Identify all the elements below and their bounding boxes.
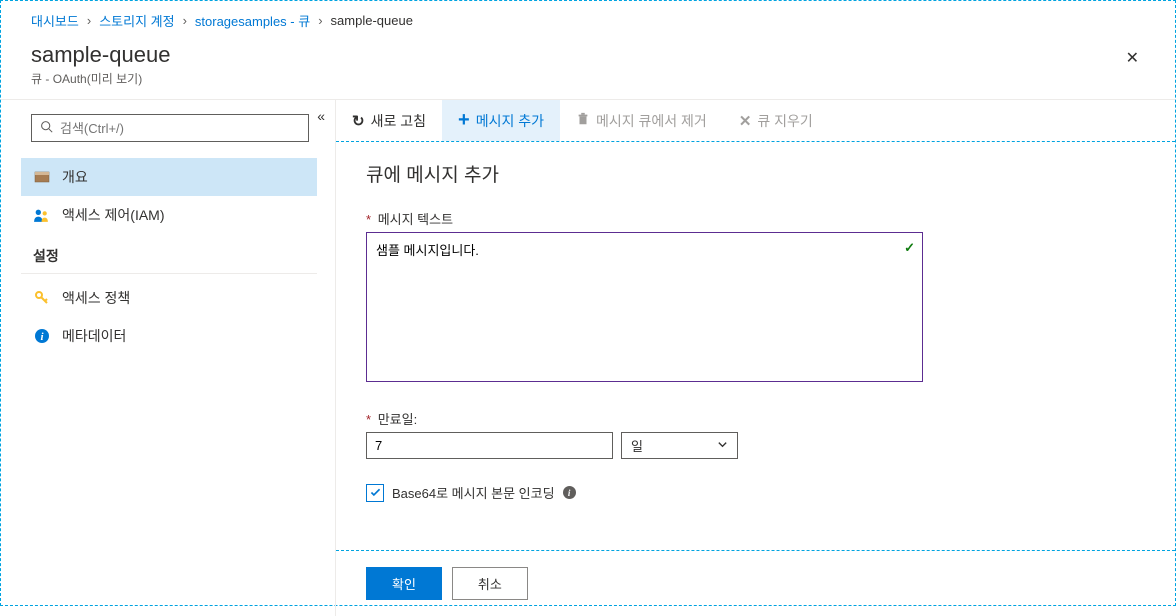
cancel-button[interactable]: 취소 — [452, 567, 528, 600]
breadcrumb-dashboard[interactable]: 대시보드 — [31, 11, 79, 30]
sidebar-item-label: 액세스 제어(IAM) — [62, 205, 165, 225]
toolbar: ↻ 새로 고침 + 메시지 추가 메시지 큐에서 제거 ✕ 큐 지우기 — [336, 100, 1175, 142]
collapse-sidebar-button[interactable]: « — [317, 108, 325, 124]
sidebar-item-overview[interactable]: 개요 — [21, 158, 317, 196]
message-text-label: * 메시지 텍스트 — [366, 209, 1145, 228]
breadcrumb: 대시보드 › 스토리지 계정 › storagesamples - 큐 › sa… — [1, 1, 1175, 38]
toolbar-label: 큐 지우기 — [757, 111, 812, 131]
toolbar-refresh-button[interactable]: ↻ 새로 고침 — [336, 100, 442, 141]
sidebar-item-label: 개요 — [62, 167, 88, 187]
sidebar-item-iam[interactable]: 액세스 제어(IAM) — [21, 196, 317, 234]
search-input[interactable] — [60, 121, 300, 136]
x-icon: ✕ — [739, 112, 752, 130]
collapse-icon: « — [317, 108, 325, 124]
key-icon — [33, 290, 50, 307]
sidebar-item-metadata[interactable]: i 메타데이터 — [21, 317, 317, 355]
info-icon: i — [33, 328, 50, 345]
info-tooltip-icon[interactable]: i — [563, 486, 576, 499]
refresh-icon: ↻ — [352, 112, 365, 130]
sidebar-item-label: 메타데이터 — [62, 326, 126, 346]
toolbar-add-message-button[interactable]: + 메시지 추가 — [442, 100, 560, 141]
toolbar-remove-button: 메시지 큐에서 제거 — [560, 100, 723, 141]
select-value: 일 — [631, 436, 643, 455]
expiry-unit-select[interactable]: 일 — [621, 432, 738, 459]
toolbar-label: 메시지 추가 — [476, 111, 544, 131]
breadcrumb-separator: › — [87, 13, 91, 28]
form-footer: 확인 취소 — [336, 550, 1175, 616]
sidebar-item-access-policy[interactable]: 액세스 정책 — [21, 279, 317, 317]
plus-icon: + — [458, 109, 470, 132]
toolbar-label: 메시지 큐에서 제거 — [596, 111, 707, 131]
chevron-down-icon — [717, 438, 728, 453]
expiry-value-input[interactable] — [366, 432, 613, 459]
iam-icon — [33, 207, 50, 224]
base64-checkbox-label: Base64로 메시지 본문 인코딩 — [392, 483, 555, 502]
breadcrumb-separator: › — [183, 13, 187, 28]
expiry-label: * 만료일: — [366, 409, 1145, 428]
message-text-input[interactable] — [366, 232, 923, 382]
search-icon — [40, 120, 53, 136]
page-title: sample-queue — [31, 42, 170, 68]
toolbar-label: 새로 고침 — [371, 111, 426, 131]
form-title: 큐에 메시지 추가 — [366, 160, 1145, 187]
required-indicator: * — [366, 212, 371, 227]
close-button[interactable]: ✕ — [1120, 42, 1145, 74]
page-header: sample-queue 큐 - OAuth(미리 보기) ✕ — [1, 38, 1175, 99]
checkmark-icon — [369, 486, 382, 499]
overview-icon — [33, 169, 50, 186]
required-indicator: * — [366, 412, 371, 427]
close-icon: ✕ — [1126, 50, 1139, 67]
base64-checkbox[interactable] — [366, 484, 384, 502]
ok-button[interactable]: 확인 — [366, 567, 442, 600]
sidebar-section-settings: 설정 — [21, 234, 317, 274]
breadcrumb-separator: › — [318, 13, 322, 28]
main-content: ↻ 새로 고침 + 메시지 추가 메시지 큐에서 제거 ✕ 큐 지우기 큐에 메… — [336, 100, 1175, 616]
breadcrumb-storage-accounts[interactable]: 스토리지 계정 — [99, 11, 174, 30]
sidebar-item-label: 액세스 정책 — [62, 288, 130, 308]
sidebar: « 개요 액세스 제어(IAM) 설정 액세스 정책 — [1, 100, 336, 616]
trash-icon — [576, 112, 590, 130]
breadcrumb-storagesamples-queue[interactable]: storagesamples - 큐 — [195, 11, 310, 30]
toolbar-clear-button: ✕ 큐 지우기 — [723, 100, 829, 141]
breadcrumb-current: sample-queue — [331, 13, 413, 28]
page-subtitle: 큐 - OAuth(미리 보기) — [31, 70, 170, 87]
form-content: 큐에 메시지 추가 * 메시지 텍스트 ✓ * 만료일: 일 — [336, 142, 1175, 550]
valid-check-icon: ✓ — [904, 240, 915, 256]
sidebar-search[interactable] — [31, 114, 309, 142]
